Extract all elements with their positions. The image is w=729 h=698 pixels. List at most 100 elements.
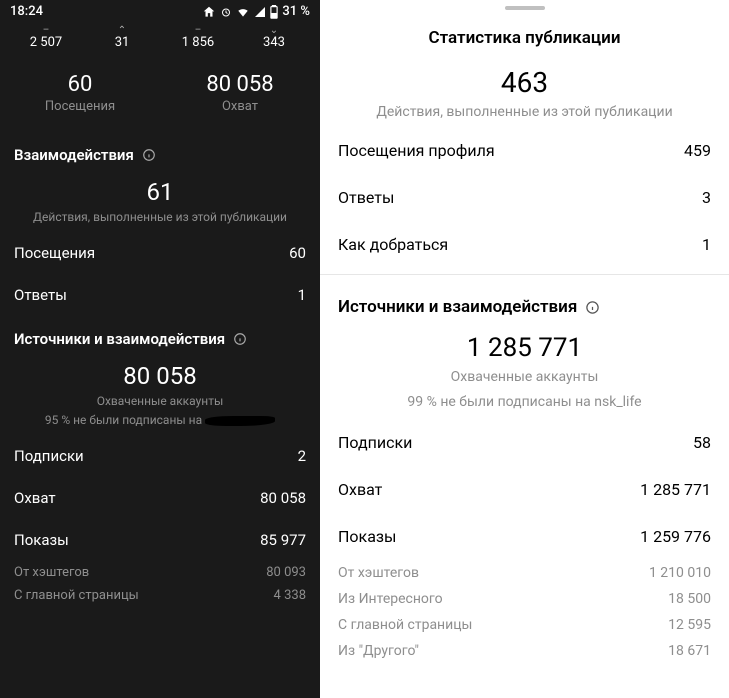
sources-summary: 80 058 Охваченные аккаунты 95 % не были … [0,352,320,435]
sources-subtitle-1: Охваченные аккаунты [14,394,306,410]
sub-key: С главной страницы [14,588,139,603]
kv-key: Охват [14,489,56,507]
sources-subtitle-1: Охваченные аккаунты [334,367,715,388]
kv-row[interactable]: Как добраться 1 [320,221,729,268]
sub-value: 18 500 [668,591,711,607]
wifi-icon [236,5,250,19]
kv-value: 58 [693,433,711,452]
visits-value: 60 [0,72,160,97]
home-icon [202,5,216,19]
kv-key: Охват [338,480,382,499]
battery-icon [270,5,278,19]
top-number: 463 [334,66,715,99]
sub-value: 1 210 010 [649,565,711,581]
top-summary: 463 Действия, выполненные из этой публик… [320,56,729,127]
kv-key: Посещения профиля [338,141,495,160]
status-bar: 18:24 31 % [0,0,320,23]
sub-value: 12 595 [668,617,711,633]
sub-row: С главной страницы 12 595 [320,612,729,638]
kv-value: 3 [702,188,711,207]
sources-header-label: Источники и взаимодействия [338,297,577,317]
sources-subtitle-2: 95 % не были подписаны на [14,413,306,429]
mini-stats-row: –2 507 ⌃31 –1 856 ⌄343 [0,23,320,58]
phone-right-light: Статистика публикации 463 Действия, выпо… [320,0,729,698]
sources-subtitle-2: 99 % не были подписаны на nsk_life [334,392,715,413]
mini-stat-value: 343 [263,35,285,50]
kv-row[interactable]: Ответы 3 [320,174,729,221]
sub-key: Из Интересного [338,591,443,607]
sources-number: 80 058 [14,362,306,390]
mini-stat-value: 1 856 [182,35,214,50]
kv-value: 1 [298,286,306,304]
sub-row: От хэштегов 1 210 010 [320,560,729,586]
dash-icon: ⌃ [84,25,160,35]
kv-row[interactable]: Ответы 1 [0,274,320,316]
sources-header-label: Источники и взаимодействия [14,330,225,348]
kv-value: 2 [298,447,306,465]
interactions-number: 61 [14,178,306,206]
kv-key: Посещения [14,244,95,262]
info-icon[interactable] [233,332,247,346]
reach-value: 80 058 [160,72,320,97]
interactions-header: Взаимодействия [0,132,320,168]
kv-value: 1 285 771 [640,480,711,499]
sub-value: 80 093 [266,565,306,580]
sub-key: От хэштегов [14,565,89,580]
phone-left-dark: 18:24 31 % –2 507 ⌃31 –1 856 ⌄343 [0,0,320,698]
sources-number: 1 285 771 [334,333,715,363]
status-battery-percent: 31 % [282,4,310,19]
kv-row[interactable]: Посещения 60 [0,232,320,274]
sub-row: От хэштегов 80 093 [0,561,320,584]
kv-key: Как добраться [338,235,448,254]
sources-subtitle-2-text: 95 % не были подписаны на [45,413,202,427]
kv-row[interactable]: Охват 1 285 771 [320,466,729,513]
divider [320,274,729,275]
kv-row[interactable]: Посещения профиля 459 [320,127,729,174]
sub-value: 4 338 [274,588,306,603]
page-title: Статистика публикации [320,10,729,56]
kv-row[interactable]: Подписки 58 [320,419,729,466]
dash-icon: ⌄ [236,25,312,35]
kv-value: 1 259 776 [640,527,711,546]
signal-icon [254,6,266,18]
kv-key: Ответы [14,286,67,304]
sub-row: Из Интересного 18 500 [320,586,729,612]
top-subtitle: Действия, выполненные из этой публикации [334,103,715,121]
kv-row[interactable]: Охват 80 058 [0,477,320,519]
kv-row[interactable]: Показы 1 259 776 [320,513,729,560]
kv-value: 85 977 [260,531,306,549]
sources-header: Источники и взаимодействия [0,316,320,352]
kv-key: Ответы [338,188,394,207]
visits-label: Посещения [0,99,160,114]
kv-value: 80 058 [260,489,306,507]
sub-row: С главной страницы 4 338 [0,584,320,607]
dash-icon: – [160,25,236,35]
info-icon[interactable] [585,300,600,315]
kv-value: 1 [702,235,711,254]
kv-key: Показы [338,527,396,546]
sources-summary: 1 285 771 Охваченные аккаунты 99 % не бы… [320,323,729,419]
sub-key: С главной страницы [338,617,472,633]
mini-stat-value: 2 507 [30,35,62,50]
redacted-account-name [205,416,275,426]
kv-value: 60 [289,244,306,262]
sub-key: Из "Другого" [338,643,419,659]
alarm-icon [220,6,232,18]
status-time: 18:24 [10,4,43,19]
dash-icon: – [8,25,84,35]
mini-stat-value: 31 [115,35,130,50]
sub-row: Из "Другого" 18 671 [320,638,729,664]
kv-value: 459 [684,141,711,160]
info-icon[interactable] [142,148,156,162]
reach-label: Охват [160,99,320,114]
visits-reach-row: 60 Посещения 80 058 Охват [0,58,320,132]
kv-key: Подписки [338,433,412,452]
kv-row[interactable]: Подписки 2 [0,435,320,477]
kv-row[interactable]: Показы 85 977 [0,519,320,561]
sub-value: 18 671 [668,643,711,659]
sub-key: От хэштегов [338,565,419,581]
interactions-header-label: Взаимодействия [14,146,134,164]
interactions-summary: 61 Действия, выполненные из этой публика… [0,168,320,232]
interactions-subtitle: Действия, выполненные из этой публикации [14,210,306,226]
kv-key: Подписки [14,447,84,465]
